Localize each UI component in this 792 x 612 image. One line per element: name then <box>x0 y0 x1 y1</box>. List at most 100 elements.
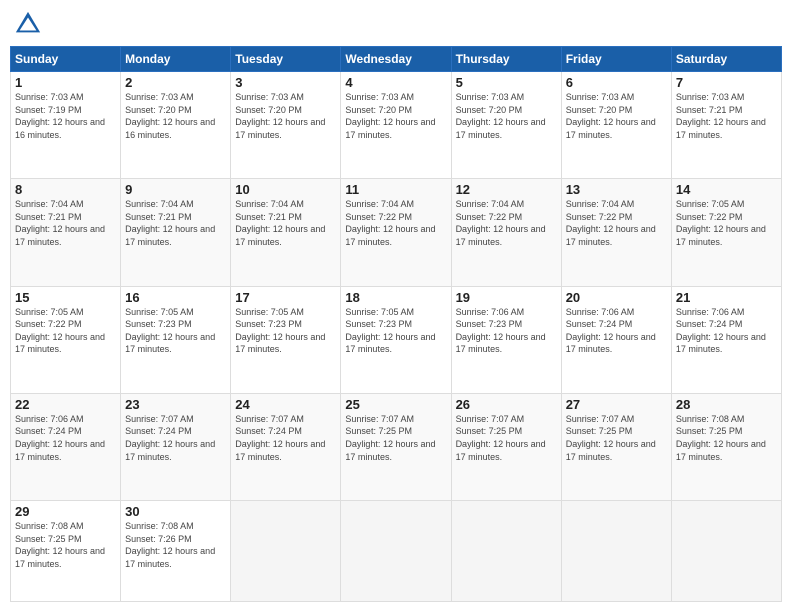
logo-icon <box>14 10 42 38</box>
day-number: 7 <box>676 75 777 90</box>
calendar-cell: 23Sunrise: 7:07 AMSunset: 7:24 PMDayligh… <box>121 393 231 500</box>
day-info: Sunrise: 7:04 AMSunset: 7:22 PMDaylight:… <box>345 198 446 248</box>
calendar-cell <box>341 501 451 602</box>
calendar-cell: 25Sunrise: 7:07 AMSunset: 7:25 PMDayligh… <box>341 393 451 500</box>
day-info: Sunrise: 7:07 AMSunset: 7:24 PMDaylight:… <box>125 413 226 463</box>
day-info: Sunrise: 7:07 AMSunset: 7:25 PMDaylight:… <box>456 413 557 463</box>
calendar-cell: 17Sunrise: 7:05 AMSunset: 7:23 PMDayligh… <box>231 286 341 393</box>
calendar-cell: 24Sunrise: 7:07 AMSunset: 7:24 PMDayligh… <box>231 393 341 500</box>
day-number: 22 <box>15 397 116 412</box>
day-number: 29 <box>15 504 116 519</box>
calendar-cell: 30Sunrise: 7:08 AMSunset: 7:26 PMDayligh… <box>121 501 231 602</box>
calendar-cell: 10Sunrise: 7:04 AMSunset: 7:21 PMDayligh… <box>231 179 341 286</box>
day-number: 17 <box>235 290 336 305</box>
calendar-cell: 26Sunrise: 7:07 AMSunset: 7:25 PMDayligh… <box>451 393 561 500</box>
day-number: 12 <box>456 182 557 197</box>
calendar-cell: 19Sunrise: 7:06 AMSunset: 7:23 PMDayligh… <box>451 286 561 393</box>
day-info: Sunrise: 7:03 AMSunset: 7:20 PMDaylight:… <box>345 91 446 141</box>
calendar-cell: 22Sunrise: 7:06 AMSunset: 7:24 PMDayligh… <box>11 393 121 500</box>
calendar-cell: 29Sunrise: 7:08 AMSunset: 7:25 PMDayligh… <box>11 501 121 602</box>
day-number: 13 <box>566 182 667 197</box>
day-info: Sunrise: 7:04 AMSunset: 7:22 PMDaylight:… <box>456 198 557 248</box>
day-number: 15 <box>15 290 116 305</box>
day-info: Sunrise: 7:07 AMSunset: 7:24 PMDaylight:… <box>235 413 336 463</box>
day-info: Sunrise: 7:07 AMSunset: 7:25 PMDaylight:… <box>345 413 446 463</box>
day-info: Sunrise: 7:04 AMSunset: 7:21 PMDaylight:… <box>235 198 336 248</box>
calendar-cell: 15Sunrise: 7:05 AMSunset: 7:22 PMDayligh… <box>11 286 121 393</box>
day-number: 8 <box>15 182 116 197</box>
col-header-saturday: Saturday <box>671 47 781 72</box>
week-row-4: 22Sunrise: 7:06 AMSunset: 7:24 PMDayligh… <box>11 393 782 500</box>
logo <box>10 10 42 38</box>
header <box>10 10 782 38</box>
col-header-monday: Monday <box>121 47 231 72</box>
calendar-cell: 27Sunrise: 7:07 AMSunset: 7:25 PMDayligh… <box>561 393 671 500</box>
day-number: 23 <box>125 397 226 412</box>
day-number: 11 <box>345 182 446 197</box>
calendar-cell: 18Sunrise: 7:05 AMSunset: 7:23 PMDayligh… <box>341 286 451 393</box>
calendar-header-row: SundayMondayTuesdayWednesdayThursdayFrid… <box>11 47 782 72</box>
calendar-cell <box>451 501 561 602</box>
day-info: Sunrise: 7:03 AMSunset: 7:19 PMDaylight:… <box>15 91 116 141</box>
calendar-cell: 8Sunrise: 7:04 AMSunset: 7:21 PMDaylight… <box>11 179 121 286</box>
day-number: 5 <box>456 75 557 90</box>
day-info: Sunrise: 7:04 AMSunset: 7:21 PMDaylight:… <box>125 198 226 248</box>
day-info: Sunrise: 7:03 AMSunset: 7:20 PMDaylight:… <box>566 91 667 141</box>
day-number: 16 <box>125 290 226 305</box>
day-number: 18 <box>345 290 446 305</box>
day-info: Sunrise: 7:08 AMSunset: 7:25 PMDaylight:… <box>676 413 777 463</box>
col-header-sunday: Sunday <box>11 47 121 72</box>
calendar-cell <box>671 501 781 602</box>
day-number: 4 <box>345 75 446 90</box>
day-info: Sunrise: 7:04 AMSunset: 7:21 PMDaylight:… <box>15 198 116 248</box>
day-info: Sunrise: 7:03 AMSunset: 7:21 PMDaylight:… <box>676 91 777 141</box>
calendar-cell: 4Sunrise: 7:03 AMSunset: 7:20 PMDaylight… <box>341 72 451 179</box>
col-header-thursday: Thursday <box>451 47 561 72</box>
calendar-cell: 2Sunrise: 7:03 AMSunset: 7:20 PMDaylight… <box>121 72 231 179</box>
day-info: Sunrise: 7:07 AMSunset: 7:25 PMDaylight:… <box>566 413 667 463</box>
calendar-cell: 9Sunrise: 7:04 AMSunset: 7:21 PMDaylight… <box>121 179 231 286</box>
day-info: Sunrise: 7:06 AMSunset: 7:24 PMDaylight:… <box>676 306 777 356</box>
page: SundayMondayTuesdayWednesdayThursdayFrid… <box>0 0 792 612</box>
day-info: Sunrise: 7:08 AMSunset: 7:26 PMDaylight:… <box>125 520 226 570</box>
day-number: 24 <box>235 397 336 412</box>
day-number: 25 <box>345 397 446 412</box>
calendar-cell: 3Sunrise: 7:03 AMSunset: 7:20 PMDaylight… <box>231 72 341 179</box>
day-info: Sunrise: 7:05 AMSunset: 7:23 PMDaylight:… <box>235 306 336 356</box>
day-number: 2 <box>125 75 226 90</box>
calendar-cell: 13Sunrise: 7:04 AMSunset: 7:22 PMDayligh… <box>561 179 671 286</box>
calendar-cell: 1Sunrise: 7:03 AMSunset: 7:19 PMDaylight… <box>11 72 121 179</box>
day-number: 20 <box>566 290 667 305</box>
calendar-cell <box>561 501 671 602</box>
col-header-tuesday: Tuesday <box>231 47 341 72</box>
calendar-cell: 6Sunrise: 7:03 AMSunset: 7:20 PMDaylight… <box>561 72 671 179</box>
calendar-cell <box>231 501 341 602</box>
calendar-cell: 28Sunrise: 7:08 AMSunset: 7:25 PMDayligh… <box>671 393 781 500</box>
day-info: Sunrise: 7:05 AMSunset: 7:22 PMDaylight:… <box>676 198 777 248</box>
week-row-1: 1Sunrise: 7:03 AMSunset: 7:19 PMDaylight… <box>11 72 782 179</box>
calendar-cell: 12Sunrise: 7:04 AMSunset: 7:22 PMDayligh… <box>451 179 561 286</box>
day-number: 19 <box>456 290 557 305</box>
day-info: Sunrise: 7:03 AMSunset: 7:20 PMDaylight:… <box>235 91 336 141</box>
calendar: SundayMondayTuesdayWednesdayThursdayFrid… <box>10 46 782 602</box>
day-number: 27 <box>566 397 667 412</box>
day-number: 10 <box>235 182 336 197</box>
day-info: Sunrise: 7:05 AMSunset: 7:23 PMDaylight:… <box>125 306 226 356</box>
day-number: 14 <box>676 182 777 197</box>
calendar-cell: 14Sunrise: 7:05 AMSunset: 7:22 PMDayligh… <box>671 179 781 286</box>
day-number: 9 <box>125 182 226 197</box>
week-row-5: 29Sunrise: 7:08 AMSunset: 7:25 PMDayligh… <box>11 501 782 602</box>
day-number: 26 <box>456 397 557 412</box>
day-info: Sunrise: 7:06 AMSunset: 7:24 PMDaylight:… <box>15 413 116 463</box>
day-number: 28 <box>676 397 777 412</box>
day-info: Sunrise: 7:05 AMSunset: 7:22 PMDaylight:… <box>15 306 116 356</box>
day-number: 30 <box>125 504 226 519</box>
day-info: Sunrise: 7:08 AMSunset: 7:25 PMDaylight:… <box>15 520 116 570</box>
week-row-3: 15Sunrise: 7:05 AMSunset: 7:22 PMDayligh… <box>11 286 782 393</box>
day-info: Sunrise: 7:04 AMSunset: 7:22 PMDaylight:… <box>566 198 667 248</box>
day-number: 6 <box>566 75 667 90</box>
col-header-friday: Friday <box>561 47 671 72</box>
col-header-wednesday: Wednesday <box>341 47 451 72</box>
week-row-2: 8Sunrise: 7:04 AMSunset: 7:21 PMDaylight… <box>11 179 782 286</box>
calendar-cell: 5Sunrise: 7:03 AMSunset: 7:20 PMDaylight… <box>451 72 561 179</box>
